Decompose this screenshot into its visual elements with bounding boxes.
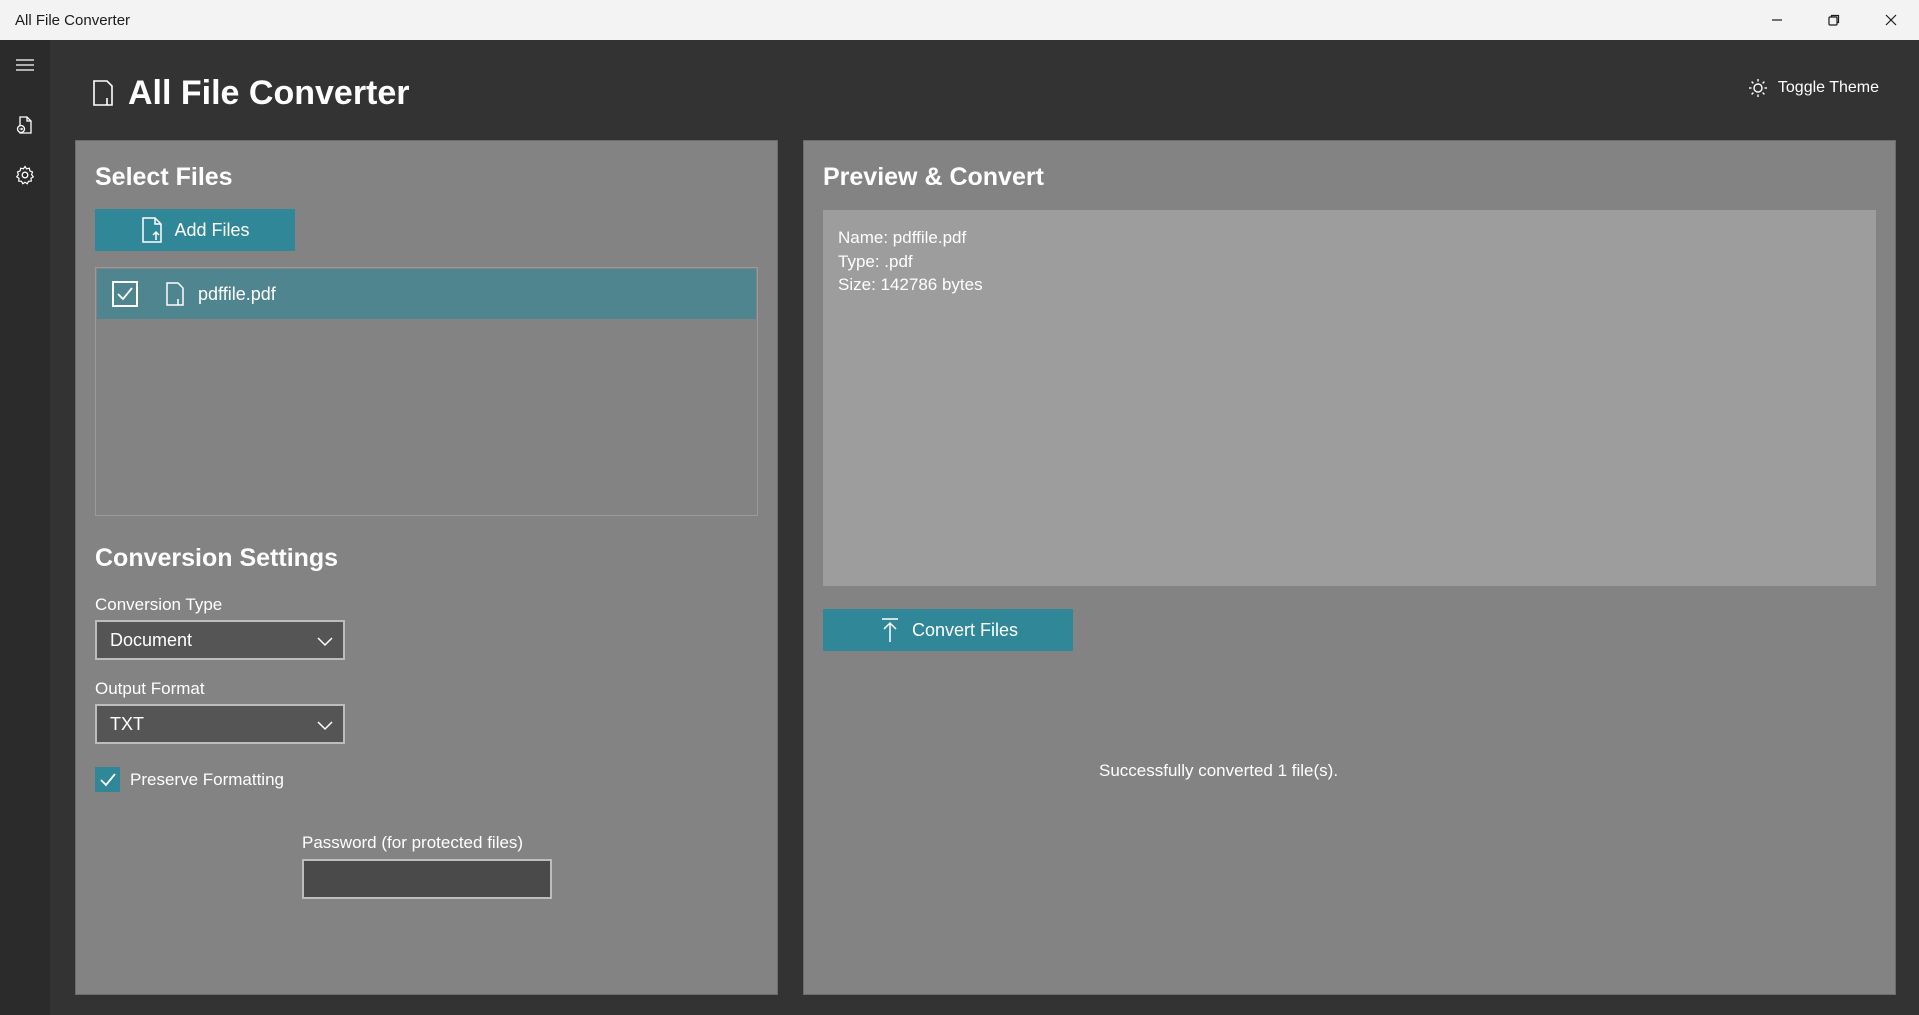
file-list-item[interactable]: pdffile.pdf (97, 269, 756, 319)
add-files-label: Add Files (174, 219, 250, 240)
preserve-formatting-box[interactable] (95, 767, 120, 792)
chevron-down-icon (317, 637, 333, 647)
convert-files-button[interactable]: Convert Files (823, 609, 1073, 651)
file-name: pdffile.pdf (198, 283, 276, 304)
conversion-settings-title: Conversion Settings (95, 544, 339, 572)
restore-button[interactable] (1806, 0, 1862, 40)
output-format-label: Output Format (95, 679, 205, 698)
toggle-theme-button[interactable]: Toggle Theme (1748, 78, 1879, 98)
close-icon (1885, 14, 1897, 26)
preview-type: Type: .pdf (838, 251, 913, 271)
gear-icon (15, 165, 35, 185)
hamburger-menu-button[interactable] (5, 45, 45, 85)
main-content: All File Converter Toggle Theme Select F… (50, 40, 1919, 1015)
document-icon (93, 80, 113, 106)
password-label: Password (for protected files) (302, 833, 524, 852)
conversion-type-value: Document (110, 629, 193, 650)
chevron-down-icon (317, 721, 333, 731)
conversion-type-label: Conversion Type (95, 595, 223, 614)
select-files-panel: Select Files Add Files pdffile.pdf Conve… (75, 140, 778, 995)
conversion-type-select[interactable]: Document (95, 620, 345, 660)
nav-rail (0, 40, 50, 1015)
file-list[interactable]: pdffile.pdf (95, 267, 758, 516)
window-title: All File Converter (15, 12, 131, 29)
output-format-select[interactable]: TXT (95, 704, 345, 744)
restore-icon (1828, 14, 1840, 26)
nav-item-settings[interactable] (5, 155, 45, 195)
convert-files-label: Convert Files (911, 619, 1019, 640)
document-icon (166, 282, 184, 306)
status-message: Successfully converted 1 file(s). (1099, 761, 1339, 780)
app-header: All File Converter (92, 70, 410, 116)
hamburger-menu-icon (16, 59, 34, 71)
file-preview-box: Name: pdffile.pdf Type: .pdf Size: 14278… (823, 210, 1876, 586)
preserve-formatting-checkbox[interactable]: Preserve Formatting (95, 767, 284, 792)
file-convert-icon (16, 116, 32, 134)
checkmark-icon (117, 287, 133, 301)
nav-item-converter[interactable] (5, 105, 45, 145)
file-select-checkbox[interactable] (112, 281, 138, 307)
preview-size: Size: 142786 bytes (838, 275, 983, 294)
password-input[interactable] (302, 859, 552, 899)
preserve-formatting-label: Preserve Formatting (130, 769, 284, 789)
sun-icon (1748, 79, 1767, 97)
preview-convert-panel: Preview & Convert Name: pdffile.pdf Type… (803, 140, 1896, 995)
upload-arrow-icon (881, 618, 898, 642)
add-files-button[interactable]: Add Files (95, 209, 295, 251)
add-file-icon (142, 217, 163, 243)
checkmark-icon (99, 772, 116, 786)
output-format-value: TXT (110, 713, 144, 734)
toggle-theme-label: Toggle Theme (1777, 79, 1879, 96)
window-titlebar: All File Converter (0, 0, 1919, 40)
preview-name: Name: pdffile.pdf (838, 228, 967, 247)
app-title: All File Converter (128, 73, 410, 112)
preview-convert-title: Preview & Convert (823, 163, 1044, 191)
close-button[interactable] (1863, 0, 1919, 40)
select-files-title: Select Files (95, 163, 233, 191)
minimize-icon (1772, 19, 1782, 21)
minimize-button[interactable] (1749, 0, 1805, 40)
